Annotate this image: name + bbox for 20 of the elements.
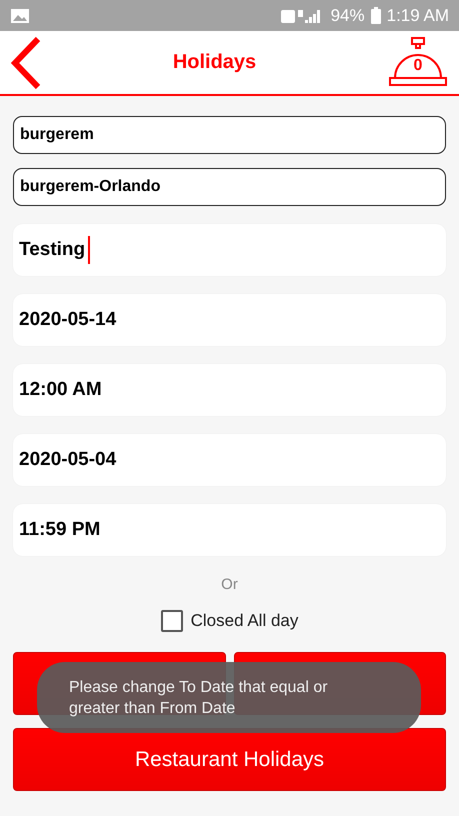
input-field[interactable]: 11:59 PM xyxy=(13,504,446,556)
checkbox-label: Closed All day xyxy=(190,611,298,631)
page-title: Holidays xyxy=(172,51,256,74)
checkbox[interactable] xyxy=(160,610,183,632)
input-field[interactable]: 12:00 AM xyxy=(13,364,446,416)
image-icon xyxy=(10,8,30,24)
input-field[interactable]: burgerem-Orlando xyxy=(13,168,446,206)
input-field[interactable]: burgerem xyxy=(13,116,446,154)
clock-time: 1:19 AM xyxy=(386,6,449,26)
input-field[interactable]: 2020-05-04 xyxy=(13,434,446,486)
input-field[interactable]: 2020-05-14 xyxy=(13,294,446,346)
or-separator: Or xyxy=(221,576,238,593)
battery-level: 94% xyxy=(330,6,365,26)
error-toast: Please change To Date that equal or greater than From Date xyxy=(37,662,421,733)
service-bell-icon[interactable] xyxy=(386,36,449,88)
battery-icon xyxy=(370,7,381,24)
input-field[interactable]: Testing xyxy=(13,224,446,276)
cart-count: 0 xyxy=(412,56,423,74)
restaurant-holidays-button[interactable]: Restaurant Holidays xyxy=(13,728,446,791)
back-icon[interactable] xyxy=(10,34,42,90)
